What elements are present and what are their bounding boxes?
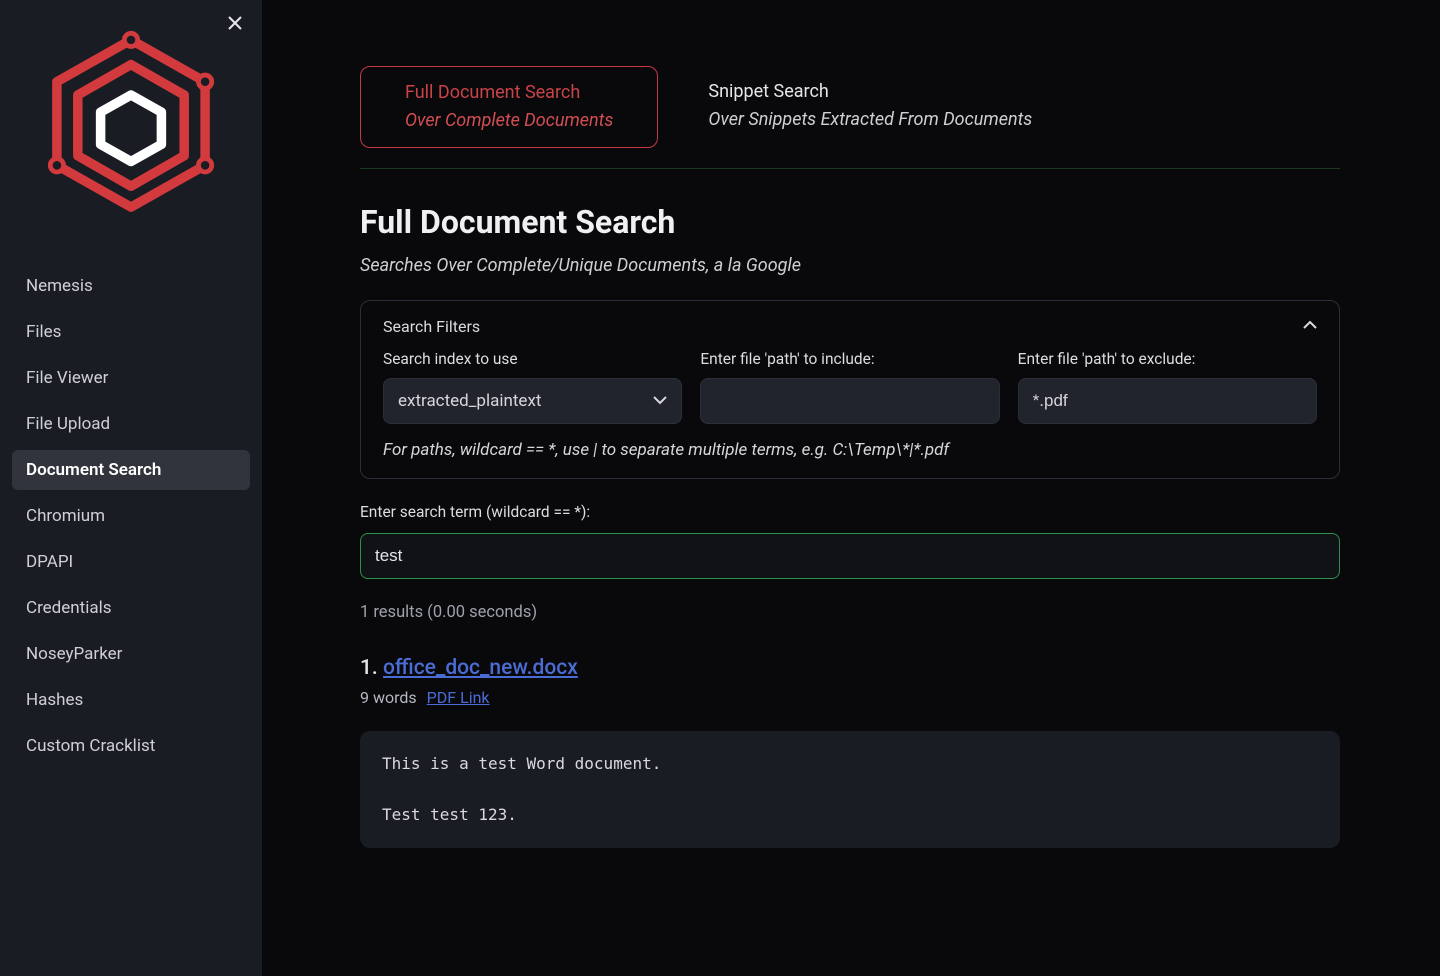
sidebar-item-custom-cracklist[interactable]: Custom Cracklist [12,726,250,766]
sidebar-item-dpapi[interactable]: DPAPI [12,542,250,582]
sidebar-close-button[interactable] [226,14,244,36]
search-filters-panel: Search Filters Search index to use extra… [360,300,1340,479]
sidebar-item-credentials[interactable]: Credentials [12,588,250,628]
exclude-path-label: Enter file 'path' to exclude: [1018,350,1317,368]
filters-hint: For paths, wildcard == *, use | to separ… [383,440,1317,460]
search-index-select[interactable]: extracted_plaintext [383,378,682,424]
include-path-input[interactable] [715,391,984,411]
chevron-up-icon [1303,318,1317,334]
results-list: 1. office_doc_new.docx 9 words PDF Link Thi… [360,656,1340,848]
sidebar-item-file-upload[interactable]: File Upload [12,404,250,444]
search-index-value: extracted_plaintext [398,391,541,411]
tab-snippet-search[interactable]: Snippet SearchOver Snippets Extracted Fr… [708,66,1032,148]
exclude-path-input[interactable] [1033,391,1302,411]
tab-full-document-search[interactable]: Full Document SearchOver Complete Docume… [360,66,658,148]
result-subline: 9 words PDF Link [360,688,1340,707]
result-filename-link[interactable]: office_doc_new.docx [383,656,578,680]
page-subtitle: Searches Over Complete/Unique Documents,… [360,255,1340,276]
sidebar-item-files[interactable]: Files [12,312,250,352]
result-snippet: This is a test Word document. Test test … [360,731,1340,848]
include-path-label: Enter file 'path' to include: [700,350,999,368]
result-number: 1. [360,656,383,680]
search-index-label: Search index to use [383,350,682,368]
tab-title: Snippet Search [708,78,1032,106]
page-title: Full Document Search [360,203,1340,241]
sidebar-nav: Nemesis Files File Viewer File Upload Docume… [8,266,254,772]
search-term-label: Enter search term (wildcard == *): [360,503,1340,521]
sidebar: Nemesis Files File Viewer File Upload Docume… [0,0,262,976]
result-title: 1. office_doc_new.docx [360,656,1340,680]
search-term-input-wrap [360,533,1340,579]
result-item: 1. office_doc_new.docx 9 words PDF Link Thi… [360,656,1340,848]
tab-subtitle: Over Snippets Extracted From Documents [708,106,1032,134]
filters-header-label: Search Filters [383,317,480,336]
search-tabs: Full Document SearchOver Complete Docume… [360,66,1340,169]
sidebar-item-noseyparker[interactable]: NoseyParker [12,634,250,674]
filters-header-toggle[interactable]: Search Filters [383,317,1317,336]
sidebar-item-nemesis[interactable]: Nemesis [12,266,250,306]
sidebar-item-document-search[interactable]: Document Search [12,450,250,490]
logo-hexagon-icon [36,28,226,238]
search-term-input[interactable] [375,546,1325,566]
include-path-input-wrap [700,378,999,424]
result-wordcount: 9 words [360,688,417,707]
main-content: Full Document SearchOver Complete Docume… [262,0,1440,976]
app-logo [8,12,254,266]
tab-subtitle: Over Complete Documents [405,107,613,135]
sidebar-item-chromium[interactable]: Chromium [12,496,250,536]
exclude-path-input-wrap [1018,378,1317,424]
sidebar-item-file-viewer[interactable]: File Viewer [12,358,250,398]
sidebar-item-hashes[interactable]: Hashes [12,680,250,720]
result-pdf-link[interactable]: PDF Link [427,688,490,707]
close-icon [226,14,244,32]
chevron-down-icon [653,394,667,408]
results-meta: 1 results (0.00 seconds) [360,603,1340,622]
tab-title: Full Document Search [405,79,613,107]
